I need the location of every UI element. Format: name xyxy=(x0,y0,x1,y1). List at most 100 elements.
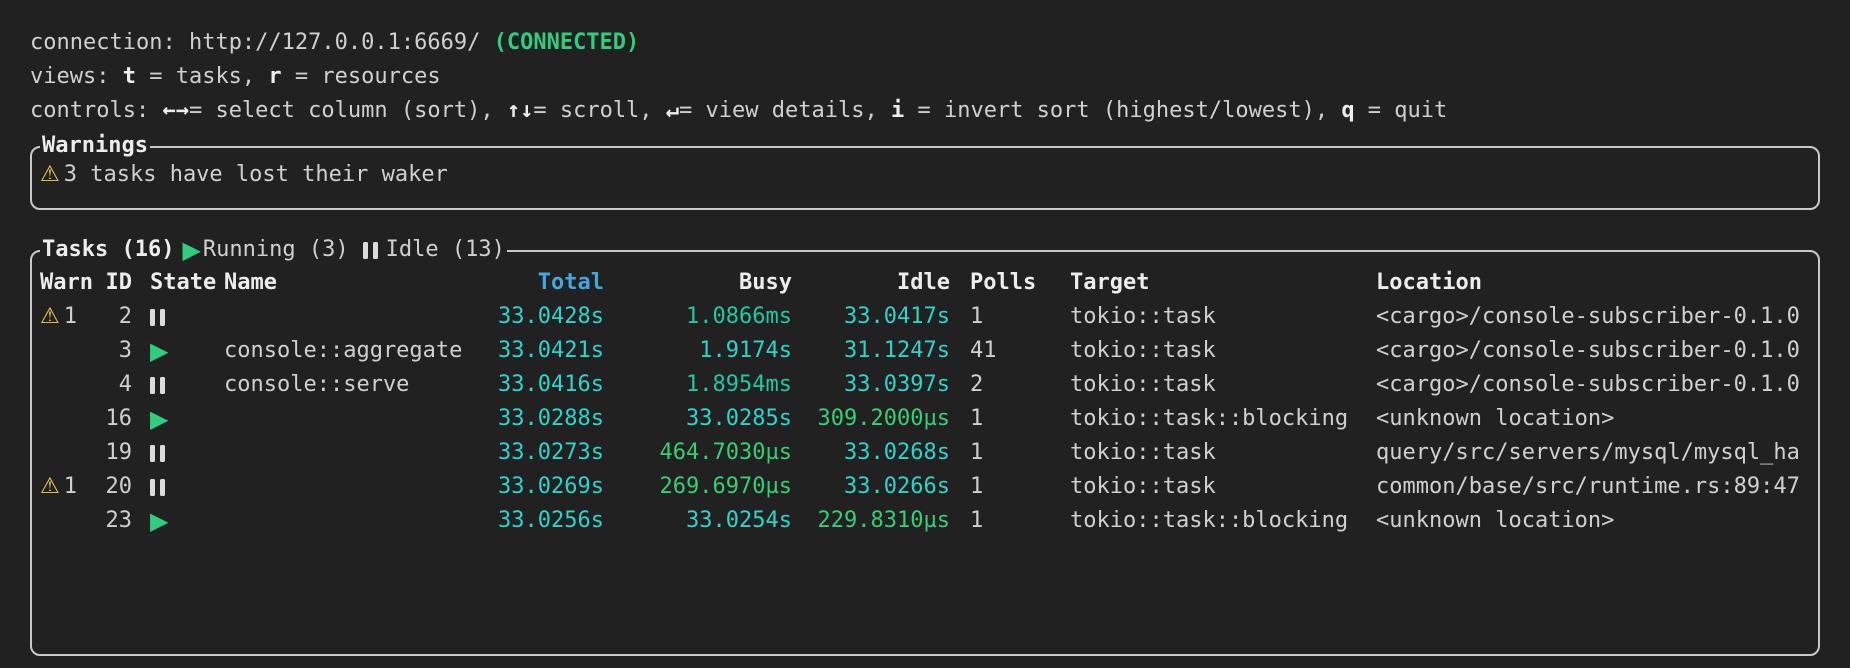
views-label: views: xyxy=(30,64,123,89)
task-target: tokio::task xyxy=(1070,368,1376,402)
views-line: views: t = tasks, r = resources xyxy=(30,60,1820,94)
task-idle: 33.0268s xyxy=(792,436,950,470)
invert-sort-desc: = invert sort (highest/lowest), xyxy=(904,98,1341,123)
task-idle: 33.0417s xyxy=(792,300,950,334)
connection-status: (CONNECTED) xyxy=(494,30,640,55)
connection-line: connection: http://127.0.0.1:6669/ (CONN… xyxy=(30,26,1820,60)
task-total: 33.0256s xyxy=(464,504,604,538)
task-polls: 1 xyxy=(950,300,1070,334)
task-location: common/base/src/runtime.rs:89:47 xyxy=(1376,470,1812,504)
warnings-panel-title: Warnings xyxy=(40,129,150,163)
idle-state-icon xyxy=(363,242,378,259)
task-total: 33.0288s xyxy=(464,402,604,436)
warnings-panel: Warnings ⚠3 tasks have lost their waker xyxy=(30,146,1820,210)
warn-count: 1 xyxy=(64,300,77,334)
task-state-cell: ▶ xyxy=(132,509,224,533)
tasks-panel-title: Tasks (16) ▶Running (3) Idle (13) xyxy=(40,233,507,267)
column-header-target[interactable]: Target xyxy=(1070,266,1376,300)
task-id: 23 xyxy=(96,504,132,538)
column-header-polls[interactable]: Polls xyxy=(950,266,1070,300)
warn-count: 1 xyxy=(64,470,77,504)
task-state-cell: ▶ xyxy=(132,407,224,431)
tasks-count-label: Tasks (16) xyxy=(42,233,174,267)
task-idle: 33.0266s xyxy=(792,470,950,504)
column-header-total[interactable]: Total xyxy=(464,266,604,300)
idle-state-icon xyxy=(150,445,165,462)
tasks-table-header-row: WarnIDStateNameTotalBusyIdlePollsTargetL… xyxy=(38,266,1812,300)
task-idle: 31.1247s xyxy=(792,334,950,368)
task-state-cell xyxy=(132,309,224,326)
idle-count-label: Idle (13) xyxy=(386,233,505,267)
column-header-busy[interactable]: Busy xyxy=(604,266,792,300)
task-id: 2 xyxy=(96,300,132,334)
task-target: tokio::task xyxy=(1070,334,1376,368)
task-busy: 1.0866ms xyxy=(604,300,792,334)
task-idle: 229.8310µs xyxy=(792,504,950,538)
quit-desc: = quit xyxy=(1355,98,1448,123)
t-desc: = tasks, xyxy=(136,64,268,89)
task-busy: 269.6970µs xyxy=(604,470,792,504)
task-warn-cell: ⚠1 xyxy=(38,470,96,504)
task-row[interactable]: 16▶33.0288s33.0285s309.2000µs1tokio::tas… xyxy=(38,402,1812,436)
task-busy: 1.8954ms xyxy=(604,368,792,402)
task-idle: 309.2000µs xyxy=(792,402,950,436)
connection-label: connection: xyxy=(30,30,189,55)
task-busy: 33.0254s xyxy=(604,504,792,538)
task-row[interactable]: 1933.0273s464.7030µs33.0268s1tokio::task… xyxy=(38,436,1812,470)
key-t: t xyxy=(123,64,136,89)
key-i: i xyxy=(891,98,904,123)
warning-text: 3 tasks have lost their waker xyxy=(64,158,448,192)
task-target: tokio::task xyxy=(1070,470,1376,504)
task-target: tokio::task::blocking xyxy=(1070,402,1376,436)
task-state-cell: ▶ xyxy=(132,339,224,363)
task-total: 33.0273s xyxy=(464,436,604,470)
task-row[interactable]: 4console::serve33.0416s1.8954ms33.0397s2… xyxy=(38,368,1812,402)
task-busy: 33.0285s xyxy=(604,402,792,436)
controls-label: controls: xyxy=(30,98,162,123)
enter-icon: ↵ xyxy=(666,98,679,123)
task-location: query/src/servers/mysql/mysql_ha xyxy=(1376,436,1812,470)
warning-triangle-icon: ⚠ xyxy=(40,158,60,192)
task-target: tokio::task::blocking xyxy=(1070,504,1376,538)
task-state-cell xyxy=(132,445,224,462)
task-warn-cell: ⚠1 xyxy=(38,300,96,334)
task-location: <cargo>/console-subscriber-0.1.0 xyxy=(1376,334,1812,368)
task-idle: 33.0397s xyxy=(792,368,950,402)
view-details-desc: = view details, xyxy=(679,98,891,123)
running-count-label: Running (3) xyxy=(203,233,349,267)
task-state-cell xyxy=(132,479,224,496)
idle-state-icon xyxy=(150,377,165,394)
task-row[interactable]: 3▶console::aggregate33.0421s1.9174s31.12… xyxy=(38,334,1812,368)
task-location: <unknown location> xyxy=(1376,402,1812,436)
select-column-desc: = select column (sort), xyxy=(189,98,507,123)
column-header-state[interactable]: State xyxy=(132,266,224,300)
warning-triangle-icon: ⚠ xyxy=(40,300,60,334)
warning-triangle-icon: ⚠ xyxy=(40,470,60,504)
warning-item: ⚠3 tasks have lost their waker xyxy=(38,158,1812,192)
column-header-warn[interactable]: Warn xyxy=(38,266,96,300)
column-header-name[interactable]: Name xyxy=(224,266,464,300)
running-state-icon: ▶ xyxy=(182,238,200,262)
task-target: tokio::task xyxy=(1070,300,1376,334)
scroll-desc: = scroll, xyxy=(533,98,665,123)
column-header-location[interactable]: Location xyxy=(1376,266,1812,300)
up-down-arrow-icon: ↑↓ xyxy=(507,98,534,123)
idle-state-icon xyxy=(150,309,165,326)
task-row[interactable]: ⚠12033.0269s269.6970µs33.0266s1tokio::ta… xyxy=(38,470,1812,504)
task-row[interactable]: 23▶33.0256s33.0254s229.8310µs1tokio::tas… xyxy=(38,504,1812,538)
task-id: 16 xyxy=(96,402,132,436)
task-state-cell xyxy=(132,377,224,394)
task-id: 4 xyxy=(96,368,132,402)
task-name: console::serve xyxy=(224,368,464,402)
task-name: console::aggregate xyxy=(224,334,464,368)
task-id: 20 xyxy=(96,470,132,504)
idle-state-icon xyxy=(150,479,165,496)
task-location: <unknown location> xyxy=(1376,504,1812,538)
task-busy: 464.7030µs xyxy=(604,436,792,470)
tasks-table: WarnIDStateNameTotalBusyIdlePollsTargetL… xyxy=(38,266,1812,538)
column-header-id[interactable]: ID xyxy=(96,266,132,300)
connection-url: http://127.0.0.1:6669/ xyxy=(189,30,494,55)
column-header-idle[interactable]: Idle xyxy=(792,266,950,300)
task-row[interactable]: ⚠1233.0428s1.0866ms33.0417s1tokio::task<… xyxy=(38,300,1812,334)
running-state-icon: ▶ xyxy=(150,407,168,431)
